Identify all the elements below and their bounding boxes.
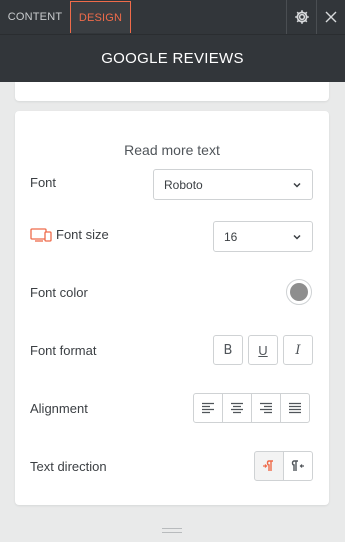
font-format-label: Font format [30, 343, 97, 358]
text-direction-ltr-icon [263, 460, 273, 471]
tab-bar-spacer [131, 0, 286, 34]
align-center-icon [231, 402, 243, 414]
font-select[interactable]: Roboto [153, 169, 313, 200]
italic-button[interactable]: I [283, 335, 313, 365]
font-select-value: Roboto [164, 177, 203, 192]
font-color-picker[interactable] [286, 279, 312, 305]
alignment-buttons [193, 393, 310, 423]
bold-button[interactable]: B [213, 335, 243, 365]
font-size-label: Font size [56, 227, 109, 242]
align-right-button[interactable] [251, 393, 281, 423]
close-button[interactable] [316, 0, 345, 34]
italic-icon: I [295, 342, 301, 358]
alignment-label: Alignment [30, 401, 88, 416]
rtl-direction-button[interactable] [283, 451, 313, 481]
resize-handle[interactable] [162, 528, 182, 533]
ltr-direction-button[interactable] [254, 451, 284, 481]
text-direction-buttons [254, 451, 313, 481]
panel-header: GOOGLE REVIEWS [0, 34, 345, 82]
tab-content[interactable]: CONTENT [0, 1, 70, 33]
chevron-down-icon [293, 182, 301, 188]
close-icon [325, 11, 337, 23]
align-justify-icon [289, 402, 301, 414]
font-size-select[interactable]: 16 [213, 221, 313, 252]
text-direction-label: Text direction [30, 459, 107, 474]
align-right-icon [260, 402, 272, 414]
text-direction-rtl-icon [291, 460, 304, 471]
align-left-button[interactable] [193, 393, 223, 423]
font-color-swatch [290, 283, 308, 301]
align-left-icon [202, 402, 214, 414]
bold-icon: B [223, 342, 233, 358]
page-title: GOOGLE REVIEWS [101, 50, 244, 67]
underline-icon: U [258, 342, 268, 358]
gear-icon [294, 10, 309, 24]
device-desktop-mobile-icon[interactable] [30, 227, 52, 242]
top-tab-bar: CONTENT DESIGN [0, 0, 345, 34]
font-color-label: Font color [30, 285, 88, 300]
read-more-text-section: Read more text Font Roboto Font size 16 … [15, 111, 329, 505]
align-center-button[interactable] [222, 393, 252, 423]
font-size-label-row: Font size [30, 227, 109, 242]
align-justify-button[interactable] [280, 393, 310, 423]
underline-button[interactable]: U [248, 335, 278, 365]
font-format-buttons: B U I [208, 335, 313, 365]
section-title: Read more text [124, 142, 220, 158]
settings-button[interactable] [286, 0, 316, 34]
font-size-value: 16 [224, 229, 238, 244]
tab-design[interactable]: DESIGN [70, 1, 131, 33]
previous-section-card [15, 82, 329, 101]
font-label: Font [30, 175, 57, 190]
chevron-down-icon [293, 234, 301, 240]
